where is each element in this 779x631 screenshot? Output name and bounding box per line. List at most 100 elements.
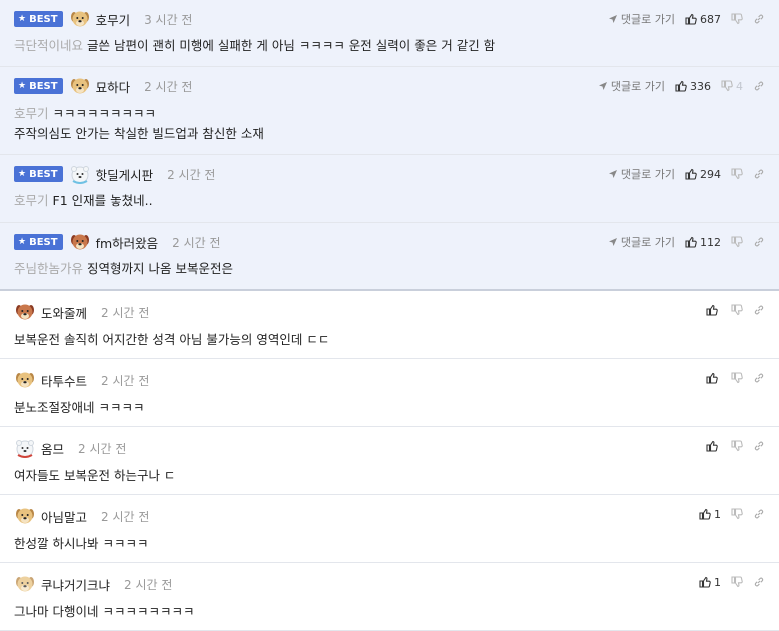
comment: 옴므 2 시간 전여자들도 보복운전 하는구나 ㄷ <box>0 427 779 495</box>
thumbs-up-icon <box>685 13 700 25</box>
comment-text: 여자들도 보복운전 하는구나 ㄷ <box>14 468 176 483</box>
comment-body: 주님한놈가유 징역형까지 나옴 보복운전은 <box>14 260 233 278</box>
permalink-button[interactable] <box>753 372 765 384</box>
avatar[interactable] <box>69 231 96 253</box>
timestamp: 2 시간 전 <box>101 373 150 388</box>
timestamp: 2 시간 전 <box>101 305 150 320</box>
timestamp: 2 시간 전 <box>167 167 216 182</box>
dislike-button[interactable] <box>731 440 743 452</box>
thumbs-down-icon <box>731 168 743 180</box>
comment-actions: 댓글로 가기 112 <box>598 234 765 250</box>
like-button[interactable] <box>706 372 721 384</box>
dislike-button[interactable] <box>731 576 743 588</box>
best-badge: ★ BEST <box>14 166 63 182</box>
comment-list: ★ BEST 호무기 3 시간 전 댓글로 가기 687 극단적이네요 글쓴 남편이 괜히 미… <box>0 0 779 631</box>
like-button[interactable]: 687 <box>685 13 721 26</box>
comment-actions: 댓글로 가기 687 <box>598 11 765 27</box>
avatar[interactable] <box>69 163 96 185</box>
comment-text: 징역형까지 나옴 보복운전은 <box>87 261 233 276</box>
like-button[interactable] <box>706 440 721 452</box>
nickname[interactable]: 쿠냐거기크냐 <box>41 575 110 594</box>
comment-header: ★ BEST 호무기 3 시간 전 <box>14 8 192 30</box>
like-button[interactable]: 112 <box>685 236 721 249</box>
nickname[interactable]: 도와줄께 <box>41 303 87 322</box>
goto-reply-link[interactable]: 댓글로 가기 <box>608 166 675 182</box>
avatar[interactable] <box>14 301 41 323</box>
permalink-button[interactable] <box>753 168 765 180</box>
star-icon: ★ <box>18 169 27 179</box>
best-badge-label: BEST <box>29 13 58 25</box>
avatar[interactable] <box>14 505 41 527</box>
thumbs-up-icon <box>706 372 721 384</box>
like-count: 336 <box>690 79 711 93</box>
comment-header: 타투수트 2 시간 전 <box>14 369 149 391</box>
permalink-button[interactable] <box>753 508 765 520</box>
dislike-button[interactable] <box>731 13 743 25</box>
like-button[interactable] <box>706 304 721 316</box>
reply-target-nick[interactable]: 극단적이네요 <box>14 38 83 53</box>
permalink-button[interactable] <box>753 80 765 92</box>
nickname[interactable]: fm하러왔음 <box>96 233 159 252</box>
like-count: 687 <box>700 12 721 26</box>
avatar[interactable] <box>14 573 41 595</box>
comment: 아님말고 2 시간 전 1 한성깔 하시나봐 ㅋㅋㅋㅋ <box>0 495 779 563</box>
nickname[interactable]: 핫딜게시판 <box>96 165 154 184</box>
dislike-button[interactable]: 4 <box>721 80 743 93</box>
link-icon <box>753 80 765 92</box>
timestamp: 2 시간 전 <box>78 441 127 456</box>
nickname[interactable]: 타투수트 <box>41 371 87 390</box>
nickname[interactable]: 아님말고 <box>41 507 87 526</box>
avatar[interactable] <box>69 75 96 97</box>
permalink-button[interactable] <box>753 236 765 248</box>
nickname[interactable]: 호무기 <box>96 10 131 29</box>
dislike-button[interactable] <box>731 168 743 180</box>
comment-text: 글쓴 남편이 괜히 미행에 실패한 게 아님 ㅋㅋㅋㅋ 운전 실력이 좋은 거 … <box>87 38 496 53</box>
best-comment: ★ BEST fm하러왔음 2 시간 전 댓글로 가기 112 주님한놈가유 징역형까지 나옴… <box>0 223 779 291</box>
link-icon <box>753 13 765 25</box>
like-button[interactable]: 294 <box>685 168 721 181</box>
permalink-button[interactable] <box>753 304 765 316</box>
like-button[interactable]: 1 <box>699 576 721 589</box>
comment-header: 쿠냐거기크냐 2 시간 전 <box>14 573 172 595</box>
like-button[interactable]: 1 <box>699 508 721 521</box>
goto-reply-link[interactable]: 댓글로 가기 <box>598 78 665 94</box>
thumbs-up-icon <box>699 576 714 588</box>
avatar[interactable] <box>14 369 41 391</box>
thumbs-down-icon <box>731 13 743 25</box>
comment-text: 보복운전 솔직히 어지간한 성격 아님 불가능의 영역인데 ㄷㄷ <box>14 332 330 347</box>
permalink-button[interactable] <box>753 13 765 25</box>
dislike-button[interactable] <box>731 236 743 248</box>
comment-text: 주작의심도 안가는 착실한 빌드업과 참신한 소재 <box>14 126 264 141</box>
dislike-button[interactable] <box>731 372 743 384</box>
link-icon <box>753 508 765 520</box>
dislike-button[interactable] <box>731 304 743 316</box>
avatar[interactable] <box>69 8 96 30</box>
goto-reply-link[interactable]: 댓글로 가기 <box>608 11 675 27</box>
nickname[interactable]: 묘하다 <box>96 77 131 96</box>
thumbs-up-icon <box>675 80 690 92</box>
comment-actions <box>696 302 765 318</box>
best-comment: ★ BEST 핫딜게시판 2 시간 전 댓글로 가기 294 호무기 F1 인재를 놓쳤네.. <box>0 155 779 223</box>
star-icon: ★ <box>18 81 27 91</box>
link-icon <box>753 168 765 180</box>
thumbs-down-icon <box>721 80 733 92</box>
goto-reply-link[interactable]: 댓글로 가기 <box>608 234 675 250</box>
nickname[interactable]: 옴므 <box>41 439 64 458</box>
comment-body: 호무기 F1 인재를 놓쳤네.. <box>14 192 153 210</box>
best-badge: ★ BEST <box>14 78 63 94</box>
reply-target-nick[interactable]: 호무기 <box>14 193 49 208</box>
best-badge: ★ BEST <box>14 234 63 250</box>
reply-target-nick[interactable]: 호무기 <box>14 106 49 121</box>
permalink-button[interactable] <box>753 440 765 452</box>
reply-target-nick[interactable]: 주님한놈가유 <box>14 261 83 276</box>
like-count: 1 <box>714 575 721 589</box>
like-count: 112 <box>700 235 721 249</box>
like-button[interactable]: 336 <box>675 80 711 93</box>
thumbs-down-icon <box>731 508 743 520</box>
permalink-button[interactable] <box>753 576 765 588</box>
reply-extra: ㅋㅋㅋㅋㅋㅋㅋㅋㅋ <box>52 106 157 121</box>
comment-header: 도와줄께 2 시간 전 <box>14 301 149 323</box>
avatar[interactable] <box>14 437 41 459</box>
dislike-button[interactable] <box>731 508 743 520</box>
link-icon <box>753 576 765 588</box>
